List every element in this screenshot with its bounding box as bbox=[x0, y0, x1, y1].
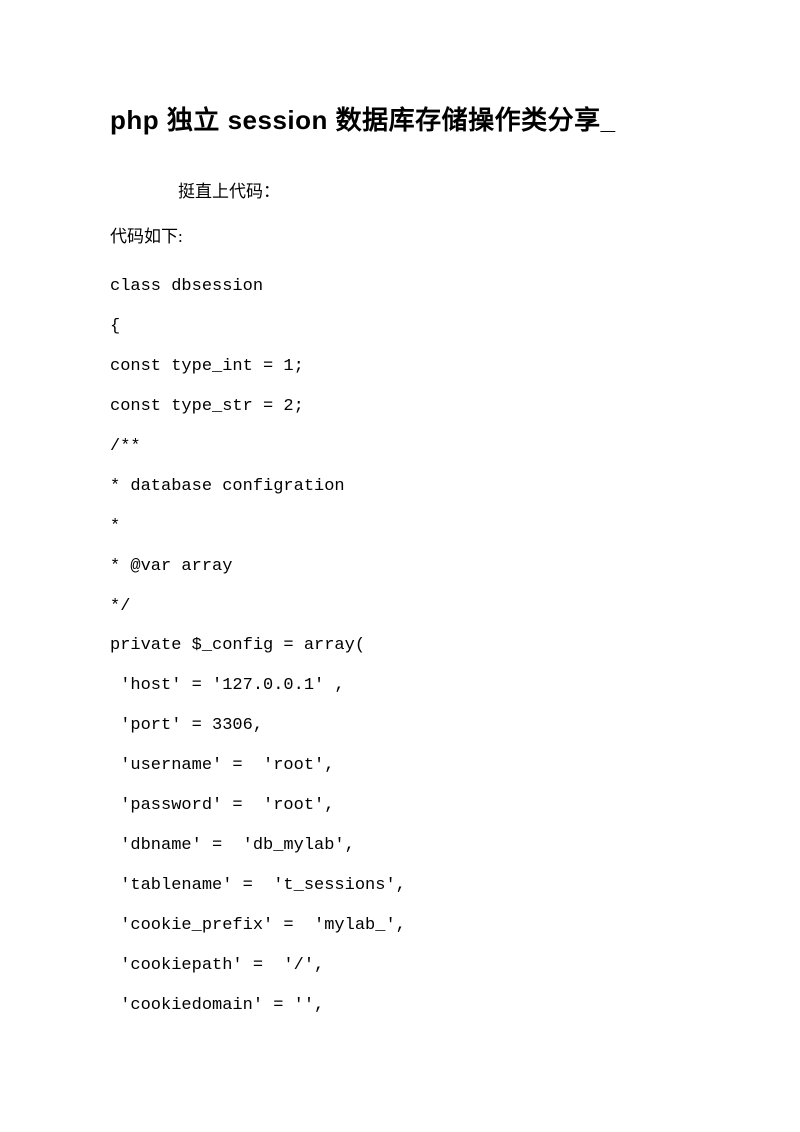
code-line: */ bbox=[110, 587, 690, 627]
code-line: 'host' = '127.0.0.1' , bbox=[110, 666, 690, 706]
code-line: 'cookie_prefix' = 'mylab_', bbox=[110, 906, 690, 946]
code-line: 'username' = 'root', bbox=[110, 746, 690, 786]
code-line: * bbox=[110, 507, 690, 547]
code-line: private $_config = array( bbox=[110, 626, 690, 666]
code-block: class dbsession { const type_int = 1; co… bbox=[110, 267, 690, 1026]
code-line: 'dbname' = 'db_mylab', bbox=[110, 826, 690, 866]
code-line: 'tablename' = 't_sessions', bbox=[110, 866, 690, 906]
code-line: class dbsession bbox=[110, 267, 690, 307]
code-line: 'port' = 3306, bbox=[110, 706, 690, 746]
code-label: 代码如下: bbox=[110, 222, 690, 247]
intro-text: 挺直上代码： bbox=[110, 177, 690, 202]
code-line: * database configration bbox=[110, 467, 690, 507]
code-line: 'password' = 'root', bbox=[110, 786, 690, 826]
code-line: const type_str = 2; bbox=[110, 387, 690, 427]
code-line: 'cookiedomain' = '', bbox=[110, 986, 690, 1026]
code-line: /** bbox=[110, 427, 690, 467]
document-title: php 独立 session 数据库存储操作类分享_ bbox=[110, 100, 690, 137]
code-line: * @var array bbox=[110, 547, 690, 587]
code-line: const type_int = 1; bbox=[110, 347, 690, 387]
code-line: { bbox=[110, 307, 690, 347]
code-line: 'cookiepath' = '/', bbox=[110, 946, 690, 986]
